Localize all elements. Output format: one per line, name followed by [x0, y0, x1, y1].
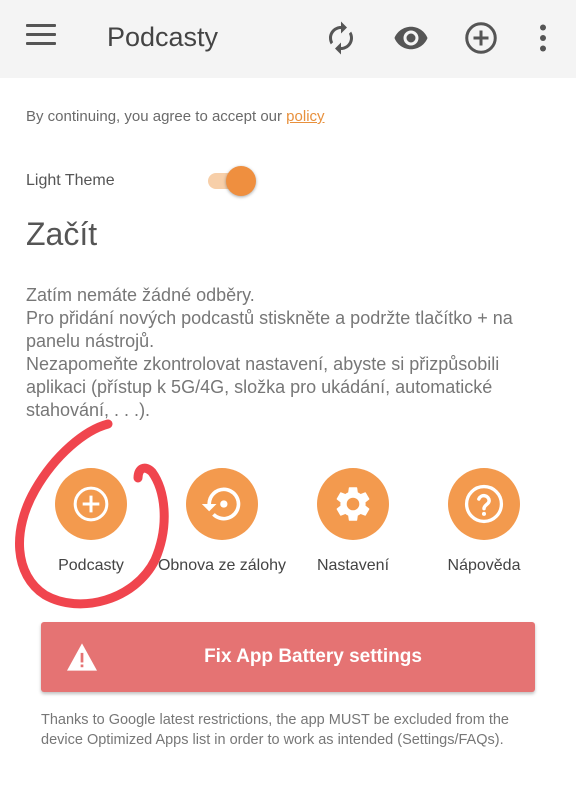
description-line: Zatím nemáte žádné odběry.: [26, 285, 255, 305]
policy-link[interactable]: policy: [286, 108, 324, 125]
add-circle-icon[interactable]: [463, 20, 499, 56]
quick-actions: Podcasty Obnova ze zálohy Nastavení Nápo…: [0, 468, 576, 578]
toggle-knob: [226, 166, 256, 196]
agreement-text: By continuing, you agree to accept our: [26, 108, 282, 125]
battery-note: Thanks to Google latest restrictions, th…: [41, 712, 509, 748]
podcasts-button[interactable]: Podcasty: [16, 468, 166, 575]
help-circle: [448, 468, 520, 540]
refresh-icon[interactable]: [323, 20, 359, 56]
policy-agreement: By continuing, you agree to accept our p…: [26, 108, 325, 125]
settings-button[interactable]: Nastavení: [278, 468, 428, 575]
podcasts-label: Podcasty: [58, 557, 124, 574]
app-bar: Podcasty: [0, 0, 576, 78]
add-icon: [73, 486, 109, 522]
restore-label: Obnova ze zálohy: [157, 557, 287, 574]
help-button[interactable]: Nápověda: [409, 468, 559, 575]
restore-backup-button[interactable]: Obnova ze zálohy: [147, 468, 297, 575]
restore-circle: [186, 468, 258, 540]
fix-battery-label: Fix App Battery settings: [204, 646, 422, 667]
description-line: Nezapomeňte zkontrolovat nastavení, abys…: [26, 354, 500, 420]
settings-circle: [317, 468, 389, 540]
menu-icon[interactable]: [26, 24, 56, 52]
light-theme-toggle[interactable]: [206, 166, 258, 196]
theme-label: Light Theme: [26, 172, 115, 189]
start-description: Zatím nemáte žádné odběry. Pro přidání n…: [26, 284, 556, 422]
restore-icon: [201, 487, 241, 521]
settings-icon: [336, 487, 370, 521]
podcasts-circle: [55, 468, 127, 540]
more-vert-icon[interactable]: [525, 20, 561, 56]
settings-label: Nastavení: [316, 557, 390, 574]
eye-icon[interactable]: [393, 20, 429, 56]
description-line: Pro přidání nových podcastů stiskněte a …: [26, 308, 513, 351]
help-icon: [464, 484, 504, 524]
fix-battery-button[interactable]: Fix App Battery settings: [41, 622, 535, 692]
help-label: Nápověda: [447, 557, 521, 574]
start-heading: Začít: [26, 216, 98, 252]
app-title: Podcasty: [107, 22, 219, 52]
